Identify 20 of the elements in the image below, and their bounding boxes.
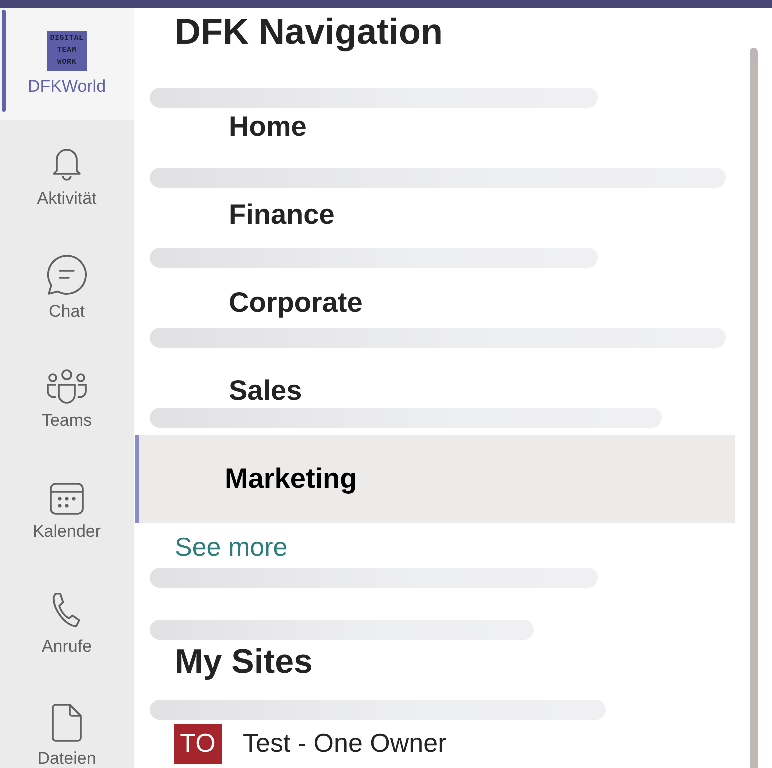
people-icon bbox=[45, 369, 89, 405]
see-more-link[interactable]: See more bbox=[175, 532, 288, 562]
site-avatar: TO bbox=[174, 724, 222, 764]
nav-item[interactable]: Sales bbox=[135, 371, 735, 411]
rail-item[interactable]: Chat bbox=[0, 232, 134, 344]
rail-item[interactable]: Dateien bbox=[0, 680, 134, 768]
chat-icon bbox=[46, 254, 88, 296]
nav-item[interactable]: Marketing bbox=[135, 435, 735, 523]
rail-item[interactable]: Anrufe bbox=[0, 568, 134, 680]
nav-item[interactable]: Finance bbox=[135, 195, 735, 235]
nav-item[interactable]: Home bbox=[135, 107, 735, 147]
page-title: DFK Navigation bbox=[175, 10, 444, 54]
section-title: My Sites bbox=[175, 642, 314, 683]
rail-item[interactable]: Kalender bbox=[0, 456, 134, 568]
calendar-icon bbox=[49, 482, 85, 516]
nav-item[interactable]: Corporate bbox=[135, 283, 735, 323]
rail-item[interactable]: Teams bbox=[0, 344, 134, 456]
rail-item[interactable]: Aktivität bbox=[0, 120, 134, 232]
site-name[interactable]: Test - One Owner bbox=[243, 724, 447, 758]
file-icon bbox=[51, 703, 83, 743]
